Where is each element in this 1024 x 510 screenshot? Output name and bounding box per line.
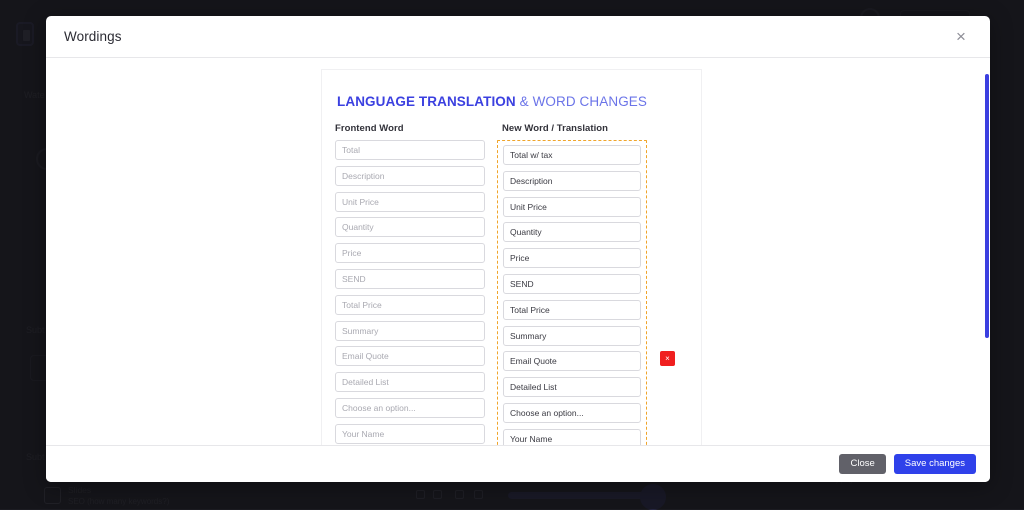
save-changes-button[interactable]: Save changes — [894, 454, 976, 475]
frontend-word-input[interactable]: Total Price — [335, 295, 485, 315]
frontend-word-input[interactable]: Your Name — [335, 424, 485, 444]
new-word-input[interactable]: Detailed List — [503, 377, 641, 397]
new-word-column: New Word / Translation Total w/ tax Descr… — [497, 123, 647, 445]
new-word-header: New Word / Translation — [497, 123, 647, 134]
wordings-modal: Wordings × LANGUAGE TRANSLATION & WORD C… — [46, 16, 990, 482]
new-word-input[interactable]: Email Quote — [503, 351, 641, 371]
new-word-input[interactable]: Summary — [503, 326, 641, 346]
new-word-highlight-region: Total w/ tax Description Unit Price Quantit… — [497, 140, 647, 445]
close-button[interactable]: Close — [839, 454, 885, 475]
new-word-input[interactable]: Description — [503, 171, 641, 191]
translation-columns: Frontend Word Total Description Unit Price… — [335, 123, 701, 445]
translation-card: LANGUAGE TRANSLATION & WORD CHANGES Fron… — [321, 69, 702, 445]
close-icon[interactable]: × — [950, 26, 972, 48]
new-word-input[interactable]: Choose an option... — [503, 403, 641, 423]
frontend-word-input[interactable]: Detailed List — [335, 372, 485, 392]
frontend-word-input[interactable]: Price — [335, 243, 485, 263]
new-word-input[interactable]: Quantity — [503, 222, 641, 242]
frontend-word-field-list: Total Description Unit Price Quantity Price S… — [335, 140, 485, 444]
modal-body: LANGUAGE TRANSLATION & WORD CHANGES Fron… — [46, 58, 990, 445]
frontend-word-input[interactable]: SEND — [335, 269, 485, 289]
card-heading-strong: LANGUAGE TRANSLATION — [337, 94, 516, 109]
new-word-input[interactable]: Your Name — [503, 429, 641, 445]
frontend-word-input[interactable]: Quantity — [335, 217, 485, 237]
new-word-input[interactable]: Unit Price — [503, 197, 641, 217]
card-heading-light: & WORD CHANGES — [520, 94, 647, 109]
remove-row-button[interactable]: × — [660, 351, 675, 366]
frontend-word-input[interactable]: Choose an option... — [335, 398, 485, 418]
frontend-word-input[interactable]: Unit Price — [335, 192, 485, 212]
frontend-word-input[interactable]: Summary — [335, 321, 485, 341]
frontend-word-input[interactable]: Description — [335, 166, 485, 186]
frontend-word-input[interactable]: Email Quote — [335, 346, 485, 366]
modal-scrollbar-track[interactable] — [984, 58, 990, 445]
frontend-word-header: Frontend Word — [335, 123, 485, 134]
modal-header: Wordings × — [46, 16, 990, 58]
new-word-input[interactable]: Total w/ tax — [503, 145, 641, 165]
modal-scrollbar-thumb[interactable] — [985, 74, 989, 338]
modal-footer: Close Save changes — [46, 445, 990, 482]
modal-scroll-area: LANGUAGE TRANSLATION & WORD CHANGES Fron… — [46, 58, 990, 445]
frontend-word-input[interactable]: Total — [335, 140, 485, 160]
modal-title: Wordings — [64, 29, 122, 44]
new-word-input[interactable]: Total Price — [503, 300, 641, 320]
new-word-input[interactable]: SEND — [503, 274, 641, 294]
frontend-word-column: Frontend Word Total Description Unit Price… — [335, 123, 485, 445]
new-word-input[interactable]: Price — [503, 248, 641, 268]
card-heading: LANGUAGE TRANSLATION & WORD CHANGES — [337, 94, 701, 109]
new-word-field-list: Total w/ tax Description Unit Price Quantit… — [503, 145, 641, 445]
